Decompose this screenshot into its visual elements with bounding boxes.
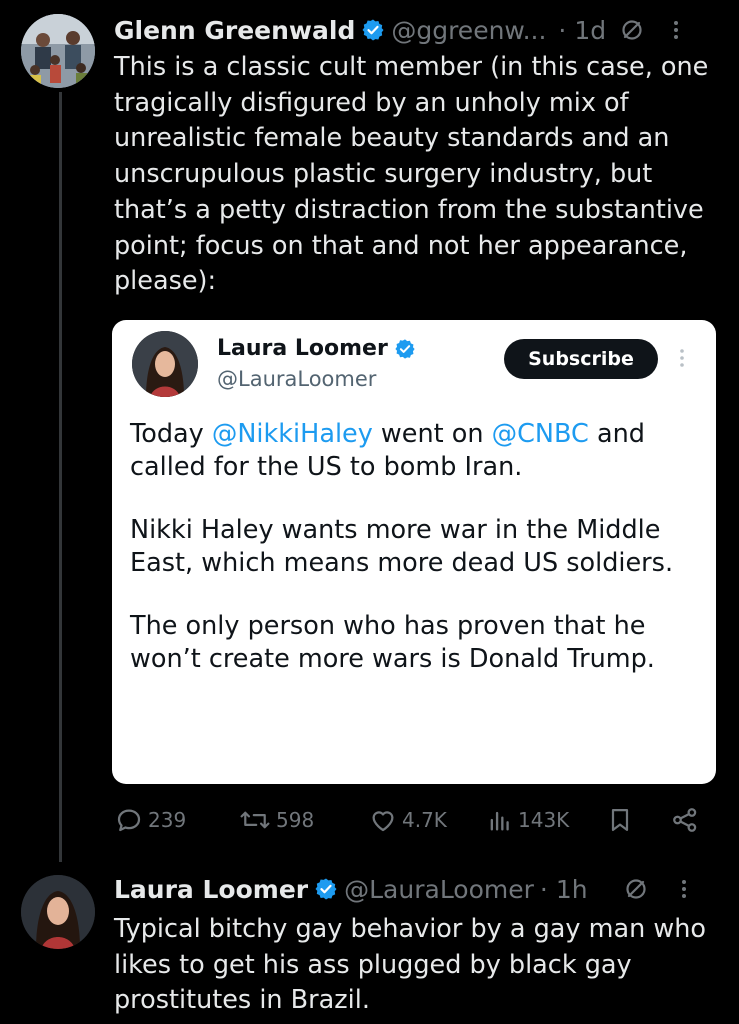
like-count: 4.7K	[402, 808, 447, 832]
share-button[interactable]	[670, 805, 704, 835]
timestamp[interactable]: · 1d	[558, 16, 606, 45]
author-handle[interactable]: @ggreenw...	[391, 16, 546, 45]
heart-icon	[372, 811, 394, 832]
quoted-author-name[interactable]: Laura Loomer	[217, 336, 388, 361]
quoted-paragraph: Today @NikkiHaley went on @CNBC and call…	[130, 418, 710, 484]
bookmark-button[interactable]	[606, 805, 638, 835]
reply-timestamp[interactable]: · 1h	[540, 875, 588, 904]
subscribe-button[interactable]: Subscribe	[504, 339, 658, 379]
grok-icon[interactable]	[624, 877, 648, 901]
views-chart-icon	[490, 811, 509, 831]
quoted-paragraph: The only person who has proven that he w…	[130, 611, 655, 674]
verified-badge-icon	[362, 19, 384, 41]
views-button[interactable]: 143K	[486, 805, 569, 835]
quoted-author-avatar[interactable]	[132, 331, 198, 397]
family-photo-avatar-icon	[21, 14, 95, 88]
verified-badge-icon	[395, 338, 415, 359]
like-button[interactable]: 4.7K	[368, 805, 447, 835]
author-name[interactable]: Glenn Greenwald	[114, 16, 355, 45]
quoted-paragraph: Nikki Haley wants more war in the Middle…	[130, 515, 674, 578]
reply-text: Typical bitchy gay behavior by a gay man…	[114, 914, 715, 1016]
tweet-header: Glenn Greenwald @ggreenw... · 1d	[114, 10, 680, 50]
verified-badge-icon	[315, 878, 337, 900]
action-bar: 239 598 4.7K 143K	[114, 805, 714, 839]
views-count: 143K	[518, 808, 570, 832]
reply-icon	[117, 809, 141, 832]
text-segment: went on	[372, 419, 492, 449]
repost-count: 598	[276, 808, 315, 832]
repost-icon	[240, 811, 270, 829]
repost-button[interactable]: 598	[238, 805, 314, 835]
quoted-tweet-text: Today @NikkiHaley went on @CNBC and call…	[130, 418, 710, 706]
author-avatar[interactable]	[21, 14, 95, 88]
mention-link[interactable]: @CNBC	[492, 419, 589, 449]
bookmark-icon	[611, 808, 629, 832]
reply-author-avatar[interactable]	[21, 875, 95, 949]
reply-header: Laura Loomer @LauraLoomer · 1h	[114, 869, 688, 909]
tweet-text: This is a classic cult member (in this c…	[114, 52, 717, 297]
quoted-tweet-card[interactable]: Laura Loomer @LauraLoomer Subscribe Toda…	[112, 320, 716, 784]
reply-author-name[interactable]: Laura Loomer	[114, 875, 308, 904]
grok-icon[interactable]	[620, 18, 644, 42]
mention-link[interactable]: @NikkiHaley	[212, 419, 373, 449]
more-vertical-icon[interactable]	[678, 347, 686, 373]
reply-author-handle[interactable]: @LauraLoomer	[344, 875, 534, 904]
quoted-author-handle[interactable]: @LauraLoomer	[217, 367, 376, 391]
more-vertical-icon[interactable]	[672, 18, 680, 42]
reply-count: 239	[148, 808, 187, 832]
thread-line	[59, 92, 62, 862]
more-vertical-icon[interactable]	[680, 877, 688, 901]
text-segment: Today	[130, 419, 212, 449]
share-icon	[673, 808, 697, 832]
reply-button[interactable]: 239	[114, 805, 186, 835]
